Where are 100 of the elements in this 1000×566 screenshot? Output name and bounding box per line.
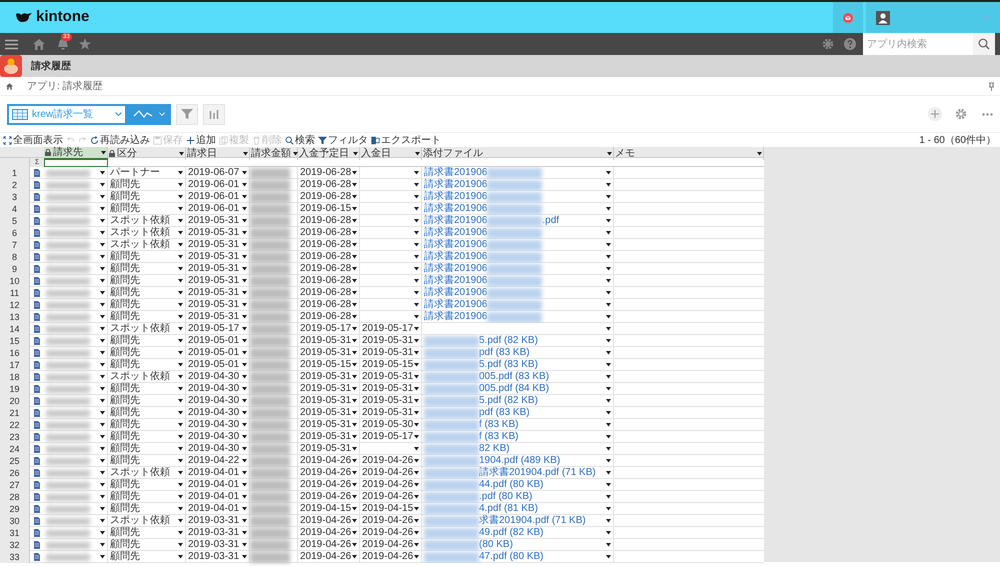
file-link[interactable]: 請求書201906	[424, 167, 488, 179]
caret-icon[interactable]	[414, 267, 419, 271]
file-link[interactable]: .pdf	[542, 215, 560, 227]
caret-icon[interactable]	[606, 411, 611, 415]
caret-icon[interactable]	[606, 435, 611, 439]
caret-icon[interactable]	[178, 543, 183, 547]
caret-icon[interactable]	[178, 327, 183, 331]
caret-icon[interactable]	[414, 435, 419, 439]
caret-icon[interactable]	[100, 327, 105, 331]
caret-icon[interactable]	[242, 243, 247, 247]
caret-icon[interactable]	[178, 171, 183, 175]
file-link[interactable]: 求書201904.pdf (71 KB)	[479, 515, 586, 527]
column-header[interactable]: 入金日	[360, 147, 422, 160]
document-icon[interactable]	[34, 433, 40, 441]
caret-icon[interactable]	[352, 339, 357, 343]
caret-icon[interactable]	[242, 399, 247, 403]
caret-icon[interactable]	[414, 339, 419, 343]
caret-icon[interactable]	[352, 435, 357, 439]
caret-icon[interactable]	[352, 447, 357, 451]
caret-icon[interactable]	[178, 351, 183, 355]
caret-icon[interactable]	[414, 375, 419, 379]
caret-icon[interactable]	[607, 152, 612, 156]
user-avatar-icon[interactable]	[876, 10, 890, 24]
column-header[interactable]: メモ	[614, 147, 764, 160]
caret-icon[interactable]	[606, 495, 611, 499]
caret-icon[interactable]	[242, 279, 247, 283]
caret-icon[interactable]	[606, 303, 611, 307]
caret-icon[interactable]	[178, 315, 183, 319]
caret-icon[interactable]	[178, 399, 183, 403]
caret-icon[interactable]	[100, 171, 105, 175]
caret-icon[interactable]	[606, 459, 611, 463]
caret-icon[interactable]	[414, 207, 419, 211]
caret-icon[interactable]	[100, 447, 105, 451]
caret-icon[interactable]	[414, 459, 419, 463]
document-icon[interactable]	[34, 493, 40, 501]
file-link[interactable]: 49.pdf (82 KB)	[479, 527, 544, 539]
caret-icon[interactable]	[414, 279, 419, 283]
caret-icon[interactable]	[353, 152, 358, 156]
document-icon[interactable]	[34, 469, 40, 477]
file-link[interactable]: 請求書201906	[424, 203, 488, 215]
notification-icon[interactable]	[843, 12, 853, 22]
document-icon[interactable]	[34, 553, 40, 561]
file-link[interactable]: 005.pdf (83 KB)	[479, 371, 550, 383]
document-icon[interactable]	[34, 169, 40, 177]
document-icon[interactable]	[34, 325, 40, 333]
caret-icon[interactable]	[242, 291, 247, 295]
caret-icon[interactable]	[178, 471, 183, 475]
document-icon[interactable]	[34, 277, 40, 285]
document-icon[interactable]	[34, 409, 40, 417]
caret-icon[interactable]	[352, 303, 357, 307]
caret-icon[interactable]	[178, 483, 183, 487]
file-link[interactable]: 請求書201904.pdf (71 KB)	[479, 467, 596, 479]
caret-icon[interactable]	[606, 387, 611, 391]
caret-icon[interactable]	[242, 423, 247, 427]
export-button[interactable]: エクスポート	[371, 133, 441, 147]
caret-icon[interactable]	[606, 279, 611, 283]
file-link[interactable]: 4.pdf (81 KB)	[479, 503, 538, 515]
caret-icon[interactable]	[606, 183, 611, 187]
caret-icon[interactable]	[100, 207, 105, 211]
caret-icon[interactable]	[414, 519, 419, 523]
caret-icon[interactable]	[178, 339, 183, 343]
home-icon[interactable]	[6, 82, 13, 90]
document-icon[interactable]	[34, 241, 40, 249]
caret-icon[interactable]	[178, 267, 183, 271]
caret-icon[interactable]	[178, 207, 183, 211]
caret-icon[interactable]	[242, 495, 247, 499]
caret-icon[interactable]	[414, 387, 419, 391]
file-link[interactable]: pdf (83 KB)	[479, 347, 530, 359]
caret-icon[interactable]	[242, 363, 247, 367]
caret-icon[interactable]	[606, 555, 611, 559]
document-icon[interactable]	[34, 529, 40, 537]
document-icon[interactable]	[34, 517, 40, 525]
document-icon[interactable]	[34, 373, 40, 381]
caret-icon[interactable]	[352, 387, 357, 391]
caret-icon[interactable]	[414, 183, 419, 187]
breadcrumb-link[interactable]: アプリ: 請求履歴	[27, 78, 103, 94]
caret-icon[interactable]	[352, 267, 357, 271]
document-icon[interactable]	[34, 337, 40, 345]
caret-icon[interactable]	[100, 267, 105, 271]
caret-icon[interactable]	[242, 315, 247, 319]
caret-icon[interactable]	[352, 531, 357, 535]
caret-icon[interactable]	[414, 399, 419, 403]
caret-icon[interactable]	[606, 375, 611, 379]
caret-icon[interactable]	[178, 519, 183, 523]
filter-button[interactable]: フィルタ	[318, 133, 368, 147]
help-icon[interactable]	[844, 38, 856, 50]
caret-icon[interactable]	[100, 387, 105, 391]
caret-icon[interactable]	[100, 303, 105, 307]
caret-icon[interactable]	[178, 255, 183, 259]
caret-icon[interactable]	[242, 531, 247, 535]
pin-icon[interactable]	[989, 82, 994, 90]
caret-icon[interactable]	[242, 195, 247, 199]
caret-icon[interactable]	[242, 327, 247, 331]
star-icon[interactable]	[79, 38, 91, 50]
file-link[interactable]: 請求書201906	[424, 239, 488, 251]
document-icon[interactable]	[34, 421, 40, 429]
document-icon[interactable]	[34, 265, 40, 273]
caret-icon[interactable]	[757, 152, 762, 156]
file-link[interactable]: 請求書201906	[424, 215, 488, 227]
caret-icon[interactable]	[242, 303, 247, 307]
